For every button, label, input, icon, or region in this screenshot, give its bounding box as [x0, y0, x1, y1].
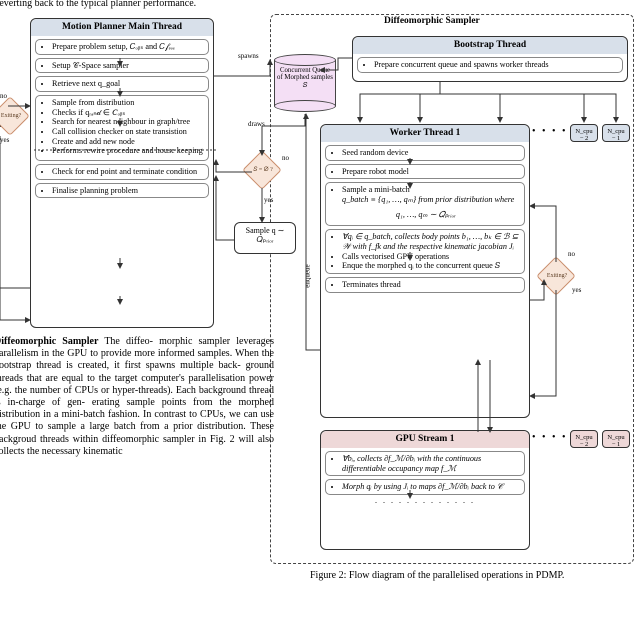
dots-gpu: • • • •	[532, 432, 568, 444]
yes-label-s: yes	[264, 196, 273, 204]
gpu-collect: ∀bᵢ, collects ∂f_ℳ/∂bᵢ with the continuo…	[325, 451, 525, 476]
worker-stub-n2: N_cpu − 2	[570, 124, 598, 142]
spawns-label: spawns	[238, 52, 259, 60]
concurrent-queue: Concurrent Queue of Morphed samples 𝑆	[274, 54, 336, 112]
planner-step-goal: Retrieve next q_goal	[35, 76, 209, 92]
gpu-header: GPU Stream 1	[321, 431, 529, 448]
bootstrap-step: Prepare concurrent queue and spawns work…	[357, 57, 623, 73]
diffeomorphic-sampler-title: Diffeomorphic Sampler	[384, 16, 480, 27]
gpu-stream-1: GPU Stream 1 ∀bᵢ, collects ∂f_ℳ/∂bᵢ with…	[320, 430, 530, 550]
draws-label: draws	[248, 120, 265, 128]
motion-planner-thread: Motion Planner Main Thread Prepare probl…	[30, 18, 214, 328]
planner-step-setup: Prepare problem setup, 𝐶ₒᵦₛ and 𝐶𝒻ᵣₑₑ	[35, 39, 209, 55]
worker-collect: ∀qᵢ ∈ q_batch, collects body points b₁, …	[325, 229, 525, 274]
worker-minibatch: Sample a mini-batch q_batch ≡ {q₁, …, qₘ…	[325, 182, 525, 226]
paragraph-heading: Diffeomorphic Sampler	[0, 336, 98, 347]
worker-stub-n1: N_cpu − 1	[602, 124, 630, 142]
worker-thread-1: Worker Thread 1 Seed random device Prepa…	[320, 124, 530, 418]
gpu-morph: Morph qᵢ by using Jᵢ to maps ∂f_ℳ/∂bᵢ ba…	[325, 479, 525, 495]
bootstrap-header: Bootstrap Thread	[353, 37, 627, 54]
motion-planner-header: Motion Planner Main Thread	[31, 19, 213, 36]
worker-seed: Seed random device	[325, 145, 525, 161]
worker-robot: Prepare robot model	[325, 164, 525, 180]
worker-terminate: Terminates thread	[325, 277, 525, 293]
sample-prior-box: Sample q ∼ 𝑄ₚᵣᵢₒᵣ	[234, 222, 296, 254]
exiting-decision-left: Exiting?	[0, 96, 30, 136]
yes-label-left-bottom: yes	[0, 136, 9, 144]
bootstrap-thread: Bootstrap Thread Prepare concurrent queu…	[352, 36, 628, 82]
yes-label-right: yes	[572, 286, 581, 294]
worker-header: Worker Thread 1	[321, 125, 529, 142]
gpu-stub-n2: N_cpu − 2	[570, 430, 598, 448]
no-label-left-top: no	[0, 92, 7, 100]
planner-step-terminate: Check for end point and terminate condit…	[35, 164, 209, 180]
flow-diagram: Diffeomorphic Sampler Motion Planner Mai…	[16, 12, 636, 568]
no-label-right: no	[568, 250, 575, 258]
gpu-stub-n1: N_cpu − 1	[602, 430, 630, 448]
planner-step-finalise: Finalise planning problem	[35, 183, 209, 199]
enqueue-label: enqueue	[304, 264, 312, 287]
dots-worker: • • • •	[532, 126, 568, 138]
top-cutoff-text: reverting back to the typical planner pe…	[0, 0, 196, 10]
planner-step-loop: Sample from distribution Checks if qᵣₐₙ𝒹…	[35, 95, 209, 161]
no-label-s: no	[282, 154, 289, 162]
planner-step-sampler: Setup 𝒞-Space sampler	[35, 58, 209, 74]
figure-caption: Figure 2: Flow diagram of the parallelis…	[310, 570, 630, 582]
left-column-paragraph: Diffeomorphic Sampler The diffeo- morphi…	[0, 336, 274, 458]
